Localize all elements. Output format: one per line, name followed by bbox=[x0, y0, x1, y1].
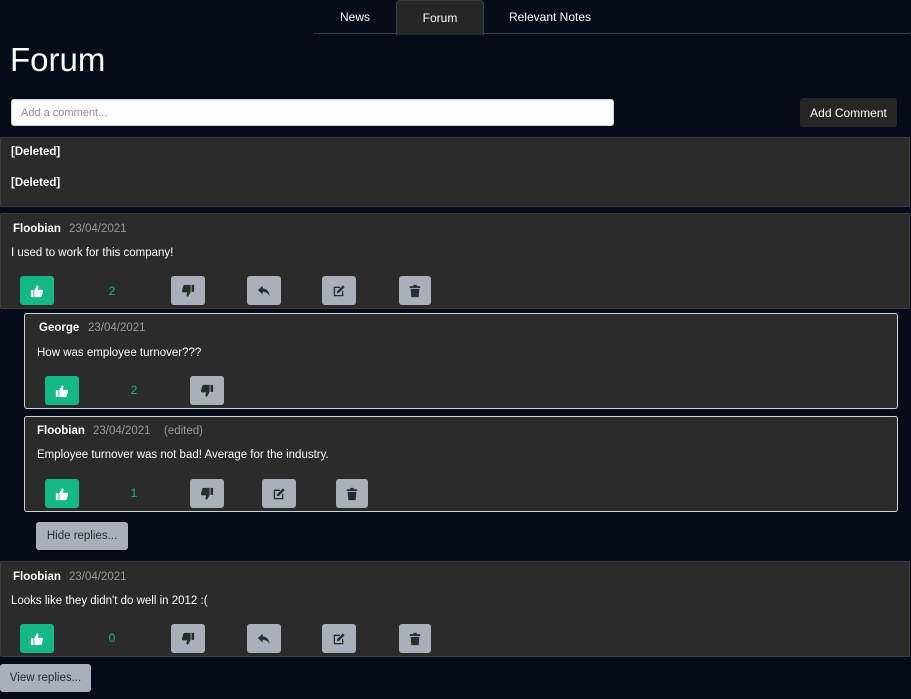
dislike-button[interactable] bbox=[171, 276, 205, 305]
comment-input[interactable] bbox=[11, 99, 614, 126]
like-button[interactable] bbox=[45, 376, 79, 405]
edited-label: (edited) bbox=[164, 425, 203, 437]
reply-button[interactable] bbox=[247, 276, 281, 305]
reply-author: Floobian bbox=[37, 425, 85, 437]
dislike-button[interactable] bbox=[190, 376, 224, 405]
delete-button[interactable] bbox=[399, 276, 431, 305]
comment-author: [Deleted] bbox=[11, 146, 61, 158]
trash-icon bbox=[408, 632, 422, 646]
thumbs-up-icon bbox=[30, 284, 44, 298]
reply-card: Floobian 23/04/2021 (edited) Employee tu… bbox=[24, 416, 898, 512]
edit-button[interactable] bbox=[262, 479, 296, 508]
comment-card-deleted: [Deleted] [Deleted] bbox=[0, 137, 910, 207]
thumbs-down-icon bbox=[181, 284, 195, 298]
delete-button[interactable] bbox=[399, 624, 431, 653]
comment-author: Floobian bbox=[13, 223, 61, 235]
reply-body: How was employee turnover??? bbox=[37, 347, 202, 359]
dislike-button[interactable] bbox=[190, 479, 224, 508]
comment-card: Floobian 23/04/2021 Looks like they didn… bbox=[0, 561, 910, 657]
thumbs-up-icon bbox=[55, 384, 69, 398]
like-count: 2 bbox=[108, 284, 116, 298]
edit-icon bbox=[332, 284, 346, 298]
reply-body: Employee turnover was not bad! Average f… bbox=[37, 449, 329, 461]
thumbs-up-icon bbox=[30, 632, 44, 646]
trash-icon bbox=[345, 487, 359, 501]
edit-button[interactable] bbox=[322, 624, 356, 653]
reply-author: George bbox=[39, 322, 80, 334]
reply-button[interactable] bbox=[247, 624, 281, 653]
tab-relevant-notes[interactable]: Relevant Notes bbox=[500, 0, 600, 34]
thumbs-down-icon bbox=[181, 632, 195, 646]
tab-bar: News Forum Relevant Notes bbox=[314, 0, 910, 35]
delete-button[interactable] bbox=[336, 479, 368, 508]
reply-icon bbox=[257, 632, 271, 646]
edit-icon bbox=[272, 487, 286, 501]
edit-icon bbox=[332, 632, 346, 646]
comment-date: 23/04/2021 bbox=[69, 223, 127, 235]
comment-body: Looks like they didn't do well in 2012 :… bbox=[11, 595, 208, 607]
thumbs-up-icon bbox=[55, 487, 69, 501]
comment-card: Floobian 23/04/2021 I used to work for t… bbox=[0, 213, 910, 309]
trash-icon bbox=[408, 284, 422, 298]
reply-date: 23/04/2021 bbox=[88, 322, 146, 334]
dislike-button[interactable] bbox=[171, 624, 205, 653]
hide-replies-button[interactable]: Hide replies... bbox=[36, 522, 128, 550]
comment-date: 23/04/2021 bbox=[69, 571, 127, 583]
add-comment-button[interactable]: Add Comment bbox=[800, 98, 897, 127]
view-replies-button[interactable]: View replies... bbox=[0, 664, 91, 692]
like-button[interactable] bbox=[20, 276, 54, 305]
reply-card: George 23/04/2021 How was employee turno… bbox=[24, 313, 898, 409]
tab-news[interactable]: News bbox=[326, 0, 384, 34]
tab-forum[interactable]: Forum bbox=[396, 0, 484, 35]
comment-author: Floobian bbox=[13, 571, 61, 583]
thumbs-down-icon bbox=[200, 384, 214, 398]
like-button[interactable] bbox=[45, 479, 79, 508]
like-button[interactable] bbox=[20, 624, 54, 653]
comment-body: [Deleted] bbox=[11, 177, 61, 189]
page-title: Forum bbox=[10, 41, 106, 78]
reply-date: 23/04/2021 bbox=[93, 425, 151, 437]
edit-button[interactable] bbox=[322, 276, 356, 305]
like-count: 1 bbox=[130, 486, 138, 500]
like-count: 2 bbox=[130, 383, 138, 397]
reply-icon bbox=[257, 284, 271, 298]
like-count: 0 bbox=[108, 631, 116, 645]
comment-body: I used to work for this company! bbox=[11, 247, 174, 259]
thumbs-down-icon bbox=[200, 487, 214, 501]
